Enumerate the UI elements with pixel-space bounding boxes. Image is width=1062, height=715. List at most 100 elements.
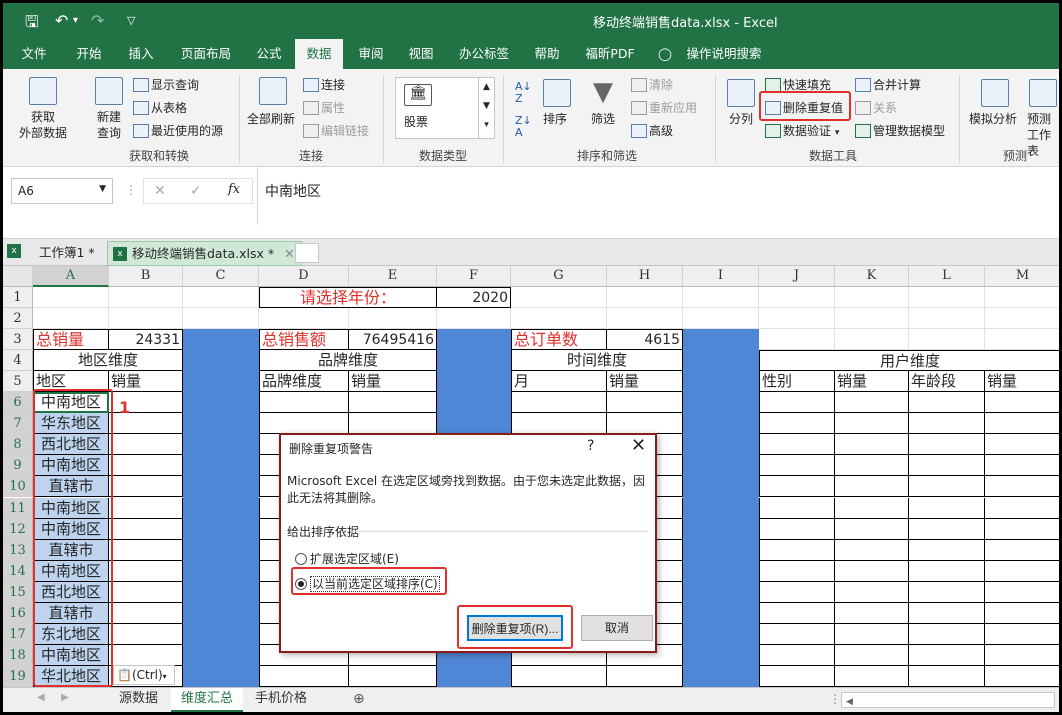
from-table-button[interactable]: 从表格 xyxy=(133,100,187,116)
region-cell[interactable]: 中南地区 xyxy=(33,455,109,477)
grid-cell[interactable] xyxy=(511,308,607,330)
grid-cell[interactable] xyxy=(985,329,1059,351)
table-cell[interactable] xyxy=(985,665,1059,687)
help-icon[interactable]: ? xyxy=(587,438,594,454)
table-cell[interactable] xyxy=(835,560,909,582)
table-cell[interactable] xyxy=(909,623,985,645)
row-header-12[interactable]: 12 xyxy=(3,518,33,540)
table-cell[interactable] xyxy=(759,497,835,519)
grid-cell[interactable] xyxy=(109,287,183,309)
table-cell[interactable] xyxy=(109,497,183,519)
region-cell[interactable]: 直辖市 xyxy=(33,476,109,498)
edit-links-button[interactable]: 编辑链接 xyxy=(303,123,369,139)
close-tab-icon[interactable]: ✕ xyxy=(284,246,294,261)
region-cell[interactable]: 东北地区 xyxy=(33,623,109,645)
table-cell[interactable] xyxy=(985,476,1059,498)
column-header-k[interactable]: K xyxy=(835,266,909,287)
column-header-c[interactable]: C xyxy=(183,266,259,287)
region-cell[interactable]: 直辖市 xyxy=(33,602,109,624)
tab-foxit-pdf[interactable]: 福昕PDF xyxy=(577,39,643,69)
tab-data[interactable]: 数据 xyxy=(295,39,343,70)
row-header-10[interactable]: 10 xyxy=(3,476,33,498)
table-cell[interactable] xyxy=(759,413,835,435)
user-dimension-header[interactable]: 用户维度 xyxy=(759,350,1059,372)
undo-dropdown-icon[interactable]: ▾ xyxy=(73,15,78,26)
row-header-15[interactable]: 15 xyxy=(3,581,33,603)
prev-sheet-icon[interactable]: ◀ xyxy=(37,692,45,703)
table-cell[interactable] xyxy=(835,518,909,540)
table-cell[interactable] xyxy=(759,392,835,414)
data-validation-button[interactable]: 数据验证 ▾ xyxy=(765,123,839,141)
undo-icon[interactable]: ↶ xyxy=(55,11,68,30)
doc-tab-active[interactable]: x 移动终端销售data.xlsx * ✕ xyxy=(107,241,302,266)
year-prompt[interactable]: 请选择年份： xyxy=(259,287,437,309)
tab-page-layout[interactable]: 页面布局 xyxy=(171,39,241,69)
grid-cell[interactable] xyxy=(835,329,909,351)
table-cell[interactable] xyxy=(109,623,183,645)
table-cell[interactable] xyxy=(909,392,985,414)
column-header-h[interactable]: H xyxy=(607,266,683,287)
row-header-1[interactable]: 1 xyxy=(3,287,33,309)
text-to-columns-button[interactable]: 分列 xyxy=(729,111,753,127)
total-amount-label[interactable]: 总销售额 xyxy=(259,329,349,351)
region-cell[interactable]: 中南地区 xyxy=(33,644,109,666)
grid-cell[interactable] xyxy=(683,308,759,330)
table-cell[interactable] xyxy=(759,434,835,456)
row-header-2[interactable]: 2 xyxy=(3,308,33,330)
paste-options-button[interactable]: 📋(Ctrl)▾ xyxy=(113,665,175,685)
horizontal-scrollbar[interactable]: ◀ xyxy=(841,692,1055,708)
table-cell[interactable] xyxy=(759,665,835,687)
table-cell[interactable] xyxy=(985,539,1059,561)
table-cell[interactable] xyxy=(909,665,985,687)
table-cell[interactable] xyxy=(109,602,183,624)
table-cell[interactable] xyxy=(985,581,1059,603)
table-cell[interactable] xyxy=(759,623,835,645)
total-sales-value[interactable]: 24331 xyxy=(109,329,183,351)
name-box[interactable]: A6 ▼ xyxy=(11,178,113,204)
age-sales-column-header[interactable]: 销量 xyxy=(985,371,1059,393)
table-cell[interactable] xyxy=(109,434,183,456)
table-cell[interactable] xyxy=(759,602,835,624)
row-header-8[interactable]: 8 xyxy=(3,434,33,456)
table-cell[interactable] xyxy=(109,518,183,540)
table-cell[interactable] xyxy=(607,392,683,414)
tab-office-tab[interactable]: 办公标签 xyxy=(451,39,517,69)
brand-column-header[interactable]: 品牌维度 xyxy=(259,371,349,393)
close-icon[interactable]: ✕ xyxy=(631,435,646,456)
grid-cell[interactable] xyxy=(985,287,1059,309)
stocks-button[interactable]: 股票 xyxy=(404,114,428,130)
column-header-a[interactable]: A xyxy=(33,266,109,287)
table-cell[interactable] xyxy=(985,623,1059,645)
total-sales-label[interactable]: 总销量 xyxy=(33,329,109,351)
table-cell[interactable] xyxy=(835,623,909,645)
table-cell[interactable] xyxy=(909,518,985,540)
table-cell[interactable] xyxy=(759,644,835,666)
region-cell[interactable]: 西北地区 xyxy=(33,434,109,456)
grid-cell[interactable] xyxy=(759,329,835,351)
tab-help[interactable]: 帮助 xyxy=(525,39,569,69)
table-cell[interactable] xyxy=(835,581,909,603)
grid-cell[interactable] xyxy=(909,308,985,330)
manage-data-model-button[interactable]: 管理数据模型 xyxy=(855,123,945,139)
row-header-7[interactable]: 7 xyxy=(3,413,33,435)
connections-button[interactable]: 连接 xyxy=(303,77,345,93)
get-external-data-button[interactable]: 获取 外部数据 xyxy=(13,109,73,141)
sheet-tab-source-data[interactable]: 源数据 xyxy=(109,688,168,712)
table-cell[interactable] xyxy=(985,434,1059,456)
table-cell[interactable] xyxy=(511,392,607,414)
table-cell[interactable] xyxy=(835,455,909,477)
table-cell[interactable] xyxy=(985,497,1059,519)
grid-cell[interactable] xyxy=(683,287,759,309)
reapply-button[interactable]: 重新应用 xyxy=(631,100,697,116)
table-cell[interactable] xyxy=(909,476,985,498)
row-header-14[interactable]: 14 xyxy=(3,560,33,582)
select-all-corner[interactable] xyxy=(3,266,33,287)
table-cell[interactable] xyxy=(909,602,985,624)
remove-duplicates-button[interactable]: 删除重复值 xyxy=(765,100,843,116)
grid-cell[interactable] xyxy=(985,308,1059,330)
table-cell[interactable] xyxy=(909,539,985,561)
what-if-button[interactable]: 模拟分析 xyxy=(969,111,1017,127)
year-value[interactable]: 2020 xyxy=(437,287,511,309)
column-header-l[interactable]: L xyxy=(909,266,985,287)
enter-icon[interactable]: ✓ xyxy=(190,183,202,199)
